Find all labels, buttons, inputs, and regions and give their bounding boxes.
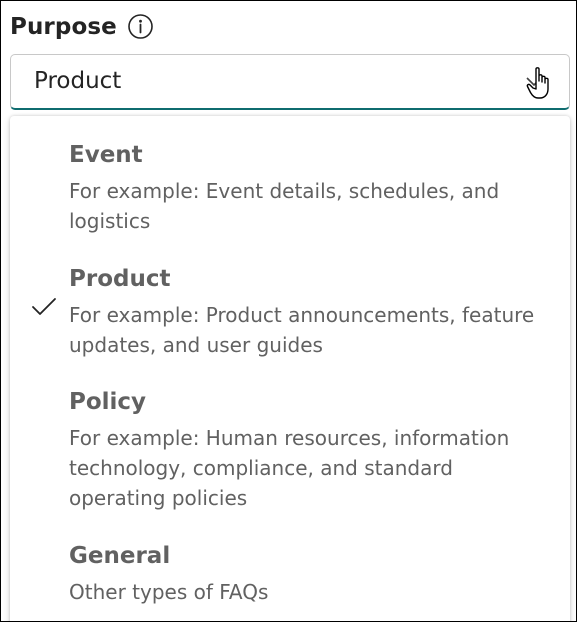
purpose-select[interactable]: Product [10, 54, 570, 110]
option-title: Event [69, 142, 143, 168]
option-description: For example: Human resources, informatio… [69, 426, 510, 510]
option-general[interactable]: General Other types of FAQs [10, 543, 570, 607]
option-description: For example: Product announcements, feat… [69, 303, 535, 357]
option-title: Policy [69, 389, 147, 415]
purpose-options-listbox: Event For example: Event details, schedu… [10, 116, 570, 621]
purpose-label: Purpose [10, 13, 117, 40]
selected-value: Product [34, 68, 122, 94]
field-label-row: Purpose [10, 13, 154, 40]
option-product[interactable]: Product For example: Product announcemen… [10, 266, 570, 358]
option-title: General [69, 543, 171, 569]
checkmark-icon [30, 295, 58, 319]
option-description: Other types of FAQs [69, 580, 269, 604]
option-description: For example: Event details, schedules, a… [69, 179, 500, 233]
info-icon[interactable] [127, 13, 154, 40]
option-policy[interactable]: Policy For example: Human resources, inf… [10, 389, 570, 511]
hand-cursor-icon [525, 65, 555, 103]
purpose-dropdown-panel: Purpose Product Event For example: Event… [0, 0, 577, 622]
option-title: Product [69, 266, 171, 292]
option-event[interactable]: Event For example: Event details, schedu… [10, 142, 570, 234]
